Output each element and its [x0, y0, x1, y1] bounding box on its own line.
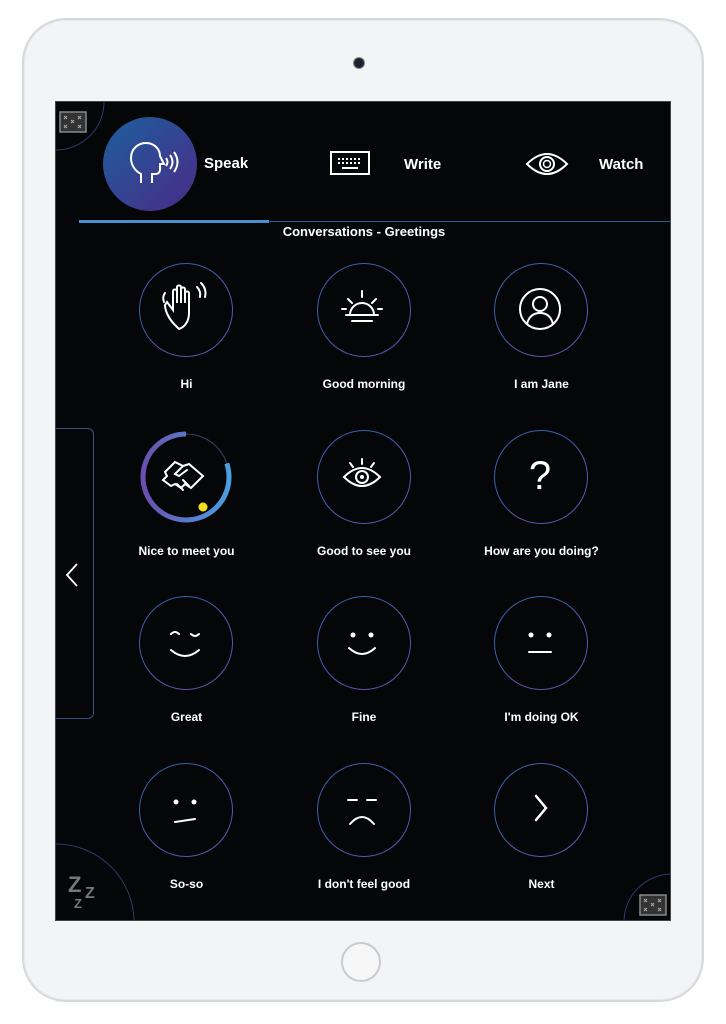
- phrase-label: I don't feel good: [317, 876, 411, 891]
- phrase-label: Next: [528, 876, 555, 891]
- phrase-button-next[interactable]: Next: [453, 762, 631, 921]
- smiling-face-icon: [348, 632, 376, 655]
- phrase-button-hi[interactable]: Hi: [98, 263, 276, 430]
- svg-text:?: ?: [528, 454, 550, 498]
- home-button[interactable]: [341, 942, 381, 982]
- phrase-circle: [139, 263, 233, 357]
- tab-write[interactable]: Write: [330, 142, 450, 182]
- phrase-circle: [139, 596, 233, 690]
- svg-text:Z: Z: [85, 885, 95, 902]
- phrase-grid: Hi Good morning I am Jane Nice to meet you…: [98, 263, 631, 921]
- tab-label: Watch: [599, 156, 644, 173]
- zzz-icon[interactable]: Z ZZ: [68, 870, 104, 910]
- phrase-circle: [494, 596, 588, 690]
- waving-hand-icon: [161, 281, 206, 330]
- calibration-icon[interactable]: [639, 894, 669, 916]
- screen: Speak Write Watch Conversations - Greeti…: [55, 101, 671, 921]
- phrase-circle: [494, 263, 588, 357]
- question-mark-icon: ?: [528, 454, 550, 498]
- tab-speak[interactable]: Speak: [103, 117, 263, 212]
- keyboard-icon: [330, 151, 370, 175]
- neutral-face-icon: [527, 632, 552, 653]
- sunrise-icon: [341, 289, 383, 322]
- phrase-circle: [316, 429, 411, 524]
- camera: [353, 57, 365, 69]
- phrase-label: Good to see you: [316, 543, 411, 558]
- sad-face-icon: [347, 799, 377, 825]
- chevron-right-icon: [534, 794, 548, 822]
- svg-text:Z: Z: [68, 872, 81, 897]
- tab-watch[interactable]: Watch: [525, 142, 645, 182]
- phrase-button-i-don-t-feel-good[interactable]: I don't feel good: [276, 762, 454, 921]
- svg-text:Z: Z: [74, 896, 82, 910]
- phrase-circle: [316, 762, 411, 857]
- chevron-left-icon: [65, 563, 78, 587]
- speaking-head-icon: [103, 117, 197, 211]
- phrase-label: Nice to meet you: [138, 543, 235, 558]
- phrase-label: I'm doing OK: [504, 710, 579, 724]
- eye-icon: [342, 458, 382, 487]
- winking-face-icon: [169, 630, 200, 657]
- phrase-label: How are you doing?: [484, 543, 599, 558]
- phrase-label: Hi: [180, 377, 193, 391]
- phrase-circle: [139, 430, 233, 524]
- side-panel-toggle[interactable]: [56, 428, 94, 719]
- phrase-circle: ?: [494, 429, 588, 524]
- tab-label: Speak: [204, 155, 249, 172]
- phrase-circle: [316, 263, 411, 357]
- phrase-label: I am Jane: [514, 377, 569, 391]
- section-title: Conversations - Greetings: [282, 224, 446, 239]
- phrase-button-good-morning[interactable]: Good morning: [276, 263, 454, 430]
- phrase-button-how-are-you-doing[interactable]: ? How are you doing?: [453, 429, 631, 597]
- dwell-dot: [198, 502, 208, 511]
- phrase-circle: [316, 596, 411, 690]
- phrase-button-fine[interactable]: Fine: [276, 596, 454, 763]
- phrase-circle: [139, 762, 233, 857]
- calibration-icon[interactable]: [59, 111, 89, 133]
- phrase-button-great[interactable]: Great: [98, 596, 276, 763]
- phrase-circle: [494, 762, 588, 857]
- phrase-button-i-m-doing-ok[interactable]: I'm doing OK: [453, 596, 631, 763]
- tab-label: Write: [404, 156, 442, 173]
- phrase-label: Good morning: [322, 377, 406, 391]
- handshake-icon: [140, 431, 232, 522]
- phrase-button-good-to-see-you[interactable]: Good to see you: [276, 429, 454, 597]
- eye-icon: [525, 153, 569, 175]
- person-icon: [518, 287, 561, 330]
- phrase-label: Fine: [351, 710, 377, 724]
- phrase-button-nice-to-meet-you[interactable]: Nice to meet you: [98, 430, 276, 597]
- meh-face-icon: [173, 799, 196, 823]
- phrase-label: Great: [170, 710, 203, 724]
- phrase-button-i-am-jane[interactable]: I am Jane: [453, 263, 631, 430]
- active-tab-indicator: [79, 220, 269, 223]
